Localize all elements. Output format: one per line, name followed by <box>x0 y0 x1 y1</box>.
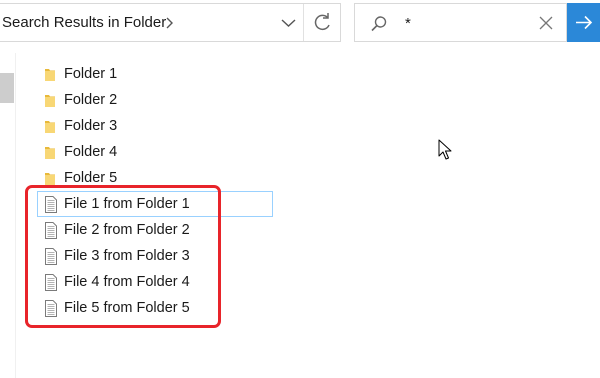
folder-icon <box>44 66 58 83</box>
list-item-label: Folder 4 <box>64 144 118 160</box>
close-icon[interactable] <box>538 15 554 31</box>
list-item-label: Folder 1 <box>64 66 118 82</box>
search-box[interactable]: * <box>354 3 567 42</box>
list-item-folder-2[interactable]: Folder 2 <box>37 87 277 113</box>
list-item-label: Folder 2 <box>64 92 118 108</box>
list-item-folder-3[interactable]: Folder 3 <box>37 113 277 139</box>
search-input[interactable]: * <box>405 15 411 32</box>
search-go-button[interactable] <box>567 3 600 42</box>
annotation-highlight-box <box>25 185 221 328</box>
list-item-folder-1[interactable]: Folder 1 <box>37 61 277 87</box>
address-bar[interactable]: Search Results in Folder <box>0 3 341 42</box>
nav-pane-divider <box>15 53 16 378</box>
list-item-label: Folder 3 <box>64 118 118 134</box>
chevron-right-icon[interactable] <box>164 16 174 30</box>
chevron-down-icon[interactable] <box>275 4 302 41</box>
list-item-folder-4[interactable]: Folder 4 <box>37 139 277 165</box>
arrow-right-icon <box>567 15 600 46</box>
address-path-text[interactable]: Search Results in Folder <box>2 14 166 31</box>
folder-icon <box>44 144 58 161</box>
folder-icon <box>44 118 58 135</box>
nav-pane-scrollbar-thumb[interactable] <box>0 73 14 103</box>
file-explorer-window: Search Results in Folder * Folder 1 Fold… <box>0 0 600 378</box>
refresh-icon[interactable] <box>304 4 341 41</box>
search-icon <box>369 14 389 34</box>
list-item-label: Folder 5 <box>64 170 118 186</box>
folder-icon <box>44 92 58 109</box>
mouse-pointer-icon <box>438 139 452 161</box>
